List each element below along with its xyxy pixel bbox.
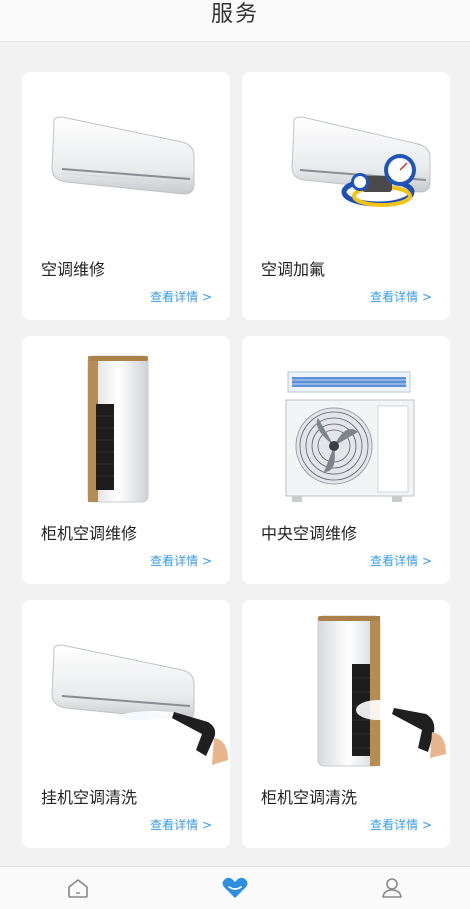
view-details-link[interactable]: 查看详情 > (370, 288, 432, 305)
service-card-ac-refrigerant[interactable]: 空调加氟 查看详情 > (242, 72, 450, 320)
service-name: 空调维修 (41, 260, 106, 279)
floor-ac-icon (87, 355, 149, 503)
service-card-floor-ac-repair[interactable]: 柜机空调维修 查看详情 > (22, 336, 230, 584)
wall-ac-cleaning-icon (51, 644, 228, 765)
service-name: 空调加氟 (261, 260, 326, 279)
top-header: 服务 (0, 0, 470, 42)
home-icon (68, 879, 89, 898)
central-ac-unit-icon (285, 371, 415, 502)
tab-profile[interactable] (362, 868, 422, 908)
heart-icon (222, 877, 248, 898)
view-details-link[interactable]: 查看详情 > (150, 288, 212, 305)
bottom-tab-bar (0, 866, 470, 909)
user-icon (381, 878, 402, 898)
service-name: 柜机空调维修 (41, 524, 138, 543)
ac-refrigerant-gauge-icon (291, 116, 431, 207)
tab-home[interactable] (48, 868, 108, 908)
service-card-wall-ac-cleaning[interactable]: 挂机空调清洗 查看详情 > (22, 600, 230, 848)
wall-ac-icon (51, 116, 195, 195)
page-title: 服务 (210, 2, 259, 27)
view-details-link[interactable]: 查看详情 > (370, 552, 432, 569)
service-name: 中央空调维修 (261, 524, 358, 543)
view-details-link[interactable]: 查看详情 > (150, 816, 212, 833)
service-card-floor-ac-cleaning[interactable]: 柜机空调清洗 查看详情 > (242, 600, 450, 848)
service-card-ac-repair[interactable]: 空调维修 查看详情 > (22, 72, 230, 320)
view-details-link[interactable]: 查看详情 > (370, 816, 432, 833)
service-card-central-ac-repair[interactable]: 中央空调维修 查看详情 > (242, 336, 450, 584)
service-name: 挂机空调清洗 (41, 788, 138, 807)
floor-ac-cleaning-icon (317, 615, 446, 767)
view-details-link[interactable]: 查看详情 > (150, 552, 212, 569)
tab-service[interactable] (205, 868, 265, 908)
service-grid: 空调维修 查看详情 > 空调加氟 查看详情 > 柜机空调维修 查看详情 > 中央… (22, 72, 450, 848)
service-name: 柜机空调清洗 (261, 788, 358, 807)
